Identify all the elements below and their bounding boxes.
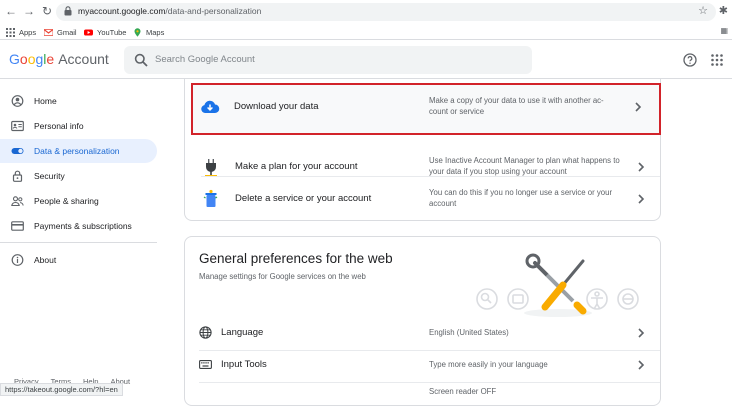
sidebar-item-label: People & sharing: [34, 196, 99, 206]
url-path: /data-and-personalization: [165, 6, 262, 16]
sidebar-item-label: Payments & subscriptions: [34, 221, 132, 231]
account-circle-icon: [11, 95, 24, 107]
bookmark-apps[interactable]: Apps: [6, 26, 36, 38]
sidebar-item-label: Security: [34, 171, 65, 181]
general-preferences-card: General preferences for the web Manage s…: [184, 236, 661, 406]
row-description: Use Inactive Account Manager to plan wha…: [429, 156, 620, 176]
pref-row-input-tools[interactable]: Input Tools Type more easily in your lan…: [185, 349, 660, 381]
sidebar-item-label: Personal info: [34, 121, 84, 131]
sidebar-item-data-personalization[interactable]: Data & personalization: [0, 139, 157, 163]
url-host: myaccount.google.com: [78, 6, 166, 16]
logo-letter: o: [19, 51, 28, 67]
sidebar-item-label: About: [34, 255, 57, 265]
tools-illustration-icon: [476, 253, 639, 317]
list-item-download-data[interactable]: Download your data Make a copy of your d…: [191, 83, 661, 135]
globe-icon: [199, 326, 212, 339]
pref-row-screen-reader[interactable]: Screen reader OFF: [185, 382, 660, 402]
info-icon: [11, 254, 24, 266]
logo-letter: e: [46, 51, 55, 67]
google-apps-icon[interactable]: [711, 54, 723, 66]
status-bar-url: https://takeout.google.com/?hl=en: [0, 383, 123, 396]
card-subtitle: Manage settings for Google services on t…: [199, 272, 366, 281]
other-bookmarks-icon[interactable]: ▦: [720, 26, 728, 35]
sidebar-item-home[interactable]: Home: [0, 89, 157, 113]
search-icon: [134, 53, 148, 67]
app-header: Google Account Search Google Account: [0, 41, 732, 79]
sidebar-item-about[interactable]: About: [0, 248, 157, 272]
url-text: myaccount.google.com/data-and-personaliz…: [78, 6, 261, 16]
list-item-delete-service[interactable]: Delete a service or your account You can…: [185, 177, 660, 222]
keyboard-icon: [199, 360, 212, 369]
chevron-right-icon: [638, 194, 645, 204]
people-icon: [11, 196, 24, 207]
chevron-right-icon: [638, 162, 645, 172]
id-card-icon: [11, 120, 24, 132]
bookmark-youtube[interactable]: YouTube: [84, 26, 126, 38]
row-description: Make a copy of your data to use it with …: [429, 96, 604, 116]
reload-icon[interactable]: ↻: [40, 4, 54, 18]
sidebar-nav: Home Personal info Data & personalizatio…: [0, 88, 160, 388]
row-title: Download your data: [234, 101, 319, 112]
bookmark-gmail[interactable]: Gmail: [44, 26, 77, 38]
credit-card-icon: [11, 221, 24, 231]
sidebar-item-label: Data & personalization: [34, 146, 120, 156]
download-row-content: Download your data Make a copy of your d…: [184, 87, 654, 132]
address-bar[interactable]: myaccount.google.com/data-and-personaliz…: [56, 3, 716, 21]
back-icon[interactable]: ←: [4, 4, 18, 18]
row-title: Delete a service or your account: [235, 193, 372, 204]
pref-value: Type more easily in your language: [429, 360, 548, 369]
browser-toolbar: ← → ↻ myaccount.google.com/data-and-pers…: [0, 0, 732, 24]
forward-icon[interactable]: →: [22, 4, 36, 18]
logo-letter: G: [9, 51, 20, 67]
bookmark-maps[interactable]: Maps: [133, 26, 164, 38]
sidebar-item-personal-info[interactable]: Personal info: [0, 114, 157, 138]
sidebar-item-security[interactable]: Security: [0, 164, 157, 188]
pref-value: Screen reader OFF: [429, 387, 497, 396]
sidebar-item-label: Home: [34, 96, 57, 106]
chevron-right-icon: [635, 102, 642, 112]
help-icon[interactable]: [683, 53, 697, 67]
google-account-logo[interactable]: Google Account: [9, 51, 109, 67]
chevron-right-icon: [638, 360, 645, 370]
gmail-icon: [44, 28, 53, 36]
logo-account-word: Account: [58, 51, 109, 67]
extensions-icon[interactable]: ✱: [719, 4, 728, 17]
bookmark-label: Maps: [146, 27, 165, 37]
lock-icon: [64, 6, 72, 16]
pref-label: Input Tools: [221, 359, 267, 370]
chevron-right-icon: [638, 328, 645, 338]
pref-row-language[interactable]: Language English (United States): [185, 317, 660, 349]
bookmarks-bar: Apps Gmail YouTube Maps ▦: [0, 24, 732, 40]
cloud-download-icon: [201, 100, 220, 113]
trash-can-icon: [203, 189, 218, 207]
toggle-icon: [11, 148, 24, 154]
plug-icon: [205, 159, 217, 177]
search-placeholder: Search Google Account: [155, 54, 255, 65]
bookmark-label: Gmail: [57, 27, 77, 37]
lock-icon: [12, 170, 23, 182]
maps-pin-icon: [134, 27, 141, 37]
sidebar-item-payments[interactable]: Payments & subscriptions: [0, 214, 157, 238]
apps-grid-icon: [6, 27, 15, 37]
search-input[interactable]: Search Google Account: [124, 46, 532, 74]
row-description: You can do this if you no longer use a s…: [429, 188, 613, 208]
youtube-icon: [84, 29, 93, 35]
row-title: Make a plan for your account: [235, 161, 358, 172]
sidebar-divider: [0, 242, 157, 243]
pref-label: Language: [221, 327, 264, 338]
sidebar-item-people-sharing[interactable]: People & sharing: [0, 189, 157, 213]
bookmark-star-icon[interactable]: ☆: [698, 4, 708, 17]
pref-value: English (United States): [429, 328, 509, 337]
bookmark-label: Apps: [19, 27, 37, 37]
card-title: General preferences for the web: [199, 251, 393, 266]
bookmark-label: YouTube: [97, 27, 127, 37]
